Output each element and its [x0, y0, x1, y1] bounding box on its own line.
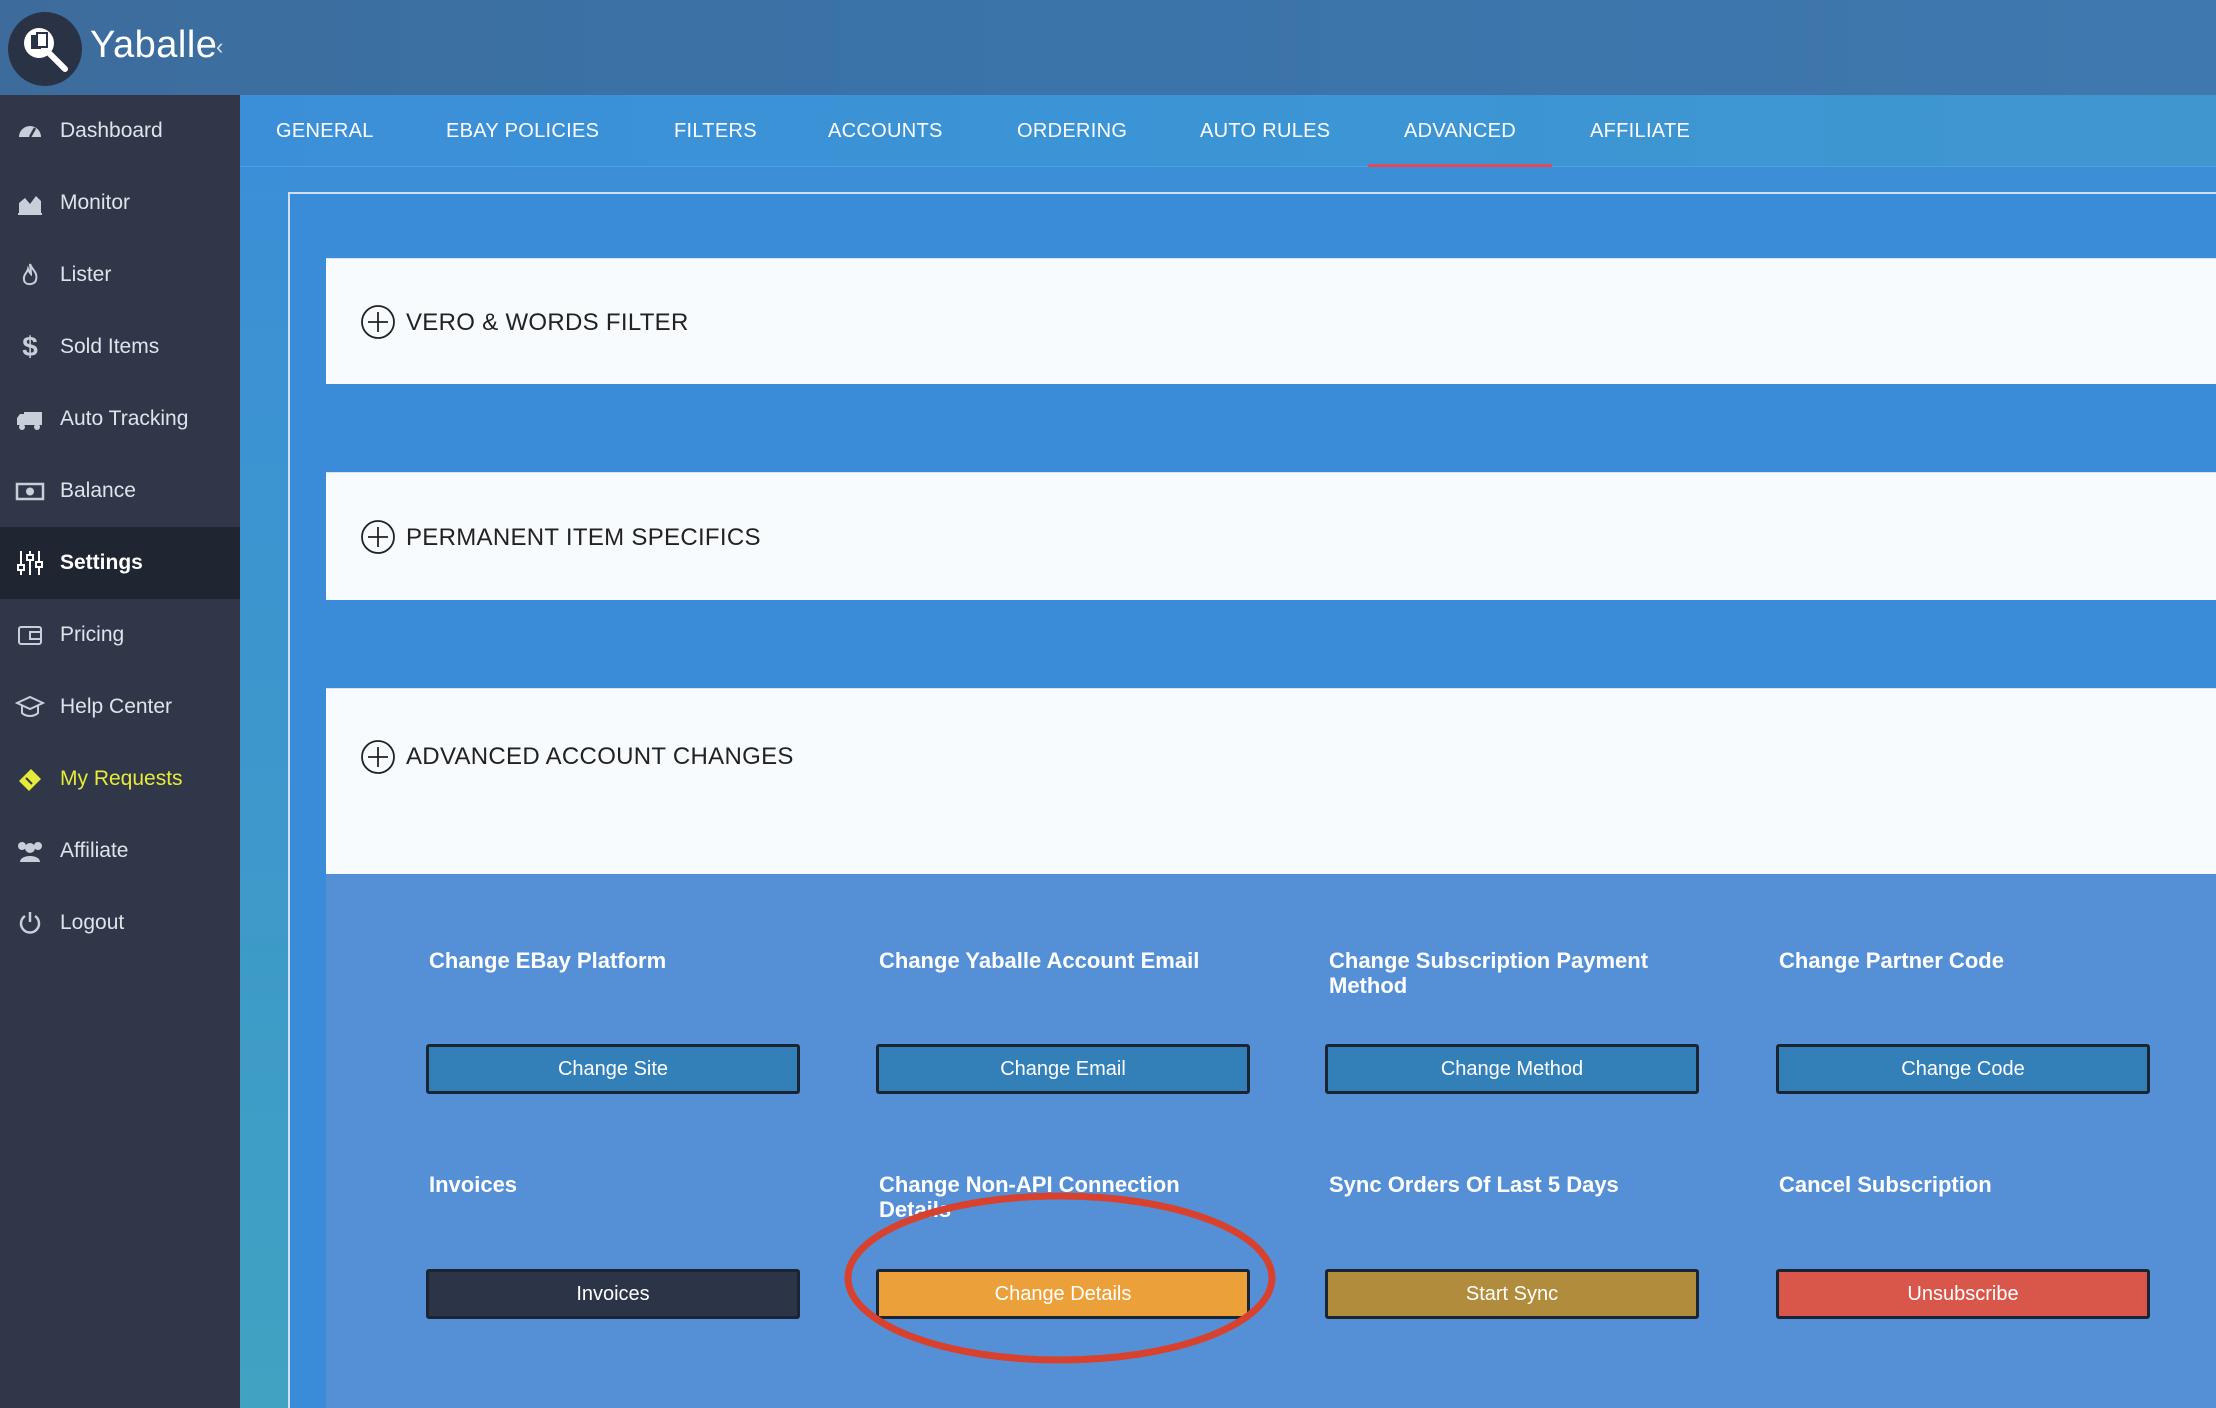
advanced-account-changes-body: Change EBay Platform Change Site Change … — [326, 874, 2216, 1408]
sidebar-item-affiliate[interactable]: Affiliate — [0, 815, 240, 887]
sidebar-item-monitor[interactable]: Monitor — [0, 167, 240, 239]
sidebar-item-label: Lister — [60, 263, 112, 286]
change-details-button[interactable]: Change Details — [876, 1269, 1250, 1319]
ticket-icon — [14, 763, 46, 795]
panel-title: PERMANENT ITEM SPECIFICS — [406, 524, 761, 551]
wallet-icon — [14, 619, 46, 651]
tab-affiliate[interactable]: AFFILIATE — [1590, 95, 1690, 167]
tab-accounts[interactable]: ACCOUNTS — [828, 95, 943, 167]
change-code-button[interactable]: Change Code — [1776, 1044, 2150, 1094]
change-account-email-label: Change Yaballe Account Email — [879, 948, 1200, 973]
advanced-account-changes-panel[interactable]: ADVANCED ACCOUNT CHANGES — [326, 688, 2216, 874]
sidebar-item-dashboard[interactable]: Dashboard — [0, 95, 240, 167]
expand-plus-icon[interactable] — [360, 304, 396, 340]
sidebar-item-lister[interactable]: Lister — [0, 239, 240, 311]
fire-icon — [14, 259, 46, 291]
start-sync-button[interactable]: Start Sync — [1325, 1269, 1699, 1319]
sidebar-item-pricing[interactable]: Pricing — [0, 599, 240, 671]
collapse-sidebar-icon[interactable]: ‹ — [216, 34, 223, 60]
tab-ebay-policies[interactable]: EBAY POLICIES — [446, 95, 599, 167]
change-payment-method-label: Change Subscription Payment Method — [1329, 948, 1649, 998]
panel-title: VERO & WORDS FILTER — [406, 309, 689, 336]
change-partner-code-label: Change Partner Code — [1779, 948, 2004, 973]
sidebar-item-settings[interactable]: Settings — [0, 527, 240, 599]
sync-orders-label: Sync Orders Of Last 5 Days — [1329, 1172, 1619, 1197]
sidebar-item-help-center[interactable]: Help Center — [0, 671, 240, 743]
sidebar-item-label: Pricing — [60, 623, 125, 646]
dashboard-icon — [14, 115, 46, 147]
truck-icon — [14, 403, 46, 435]
sidebar-item-sold-items[interactable]: $ Sold Items — [0, 311, 240, 383]
sidebar-item-my-requests[interactable]: My Requests — [0, 743, 240, 815]
sliders-icon — [14, 547, 46, 579]
tab-auto-rules[interactable]: AUTO RULES — [1200, 95, 1330, 167]
sidebar-item-label: Monitor — [60, 191, 131, 214]
sidebar-item-label: Affiliate — [60, 839, 129, 862]
expand-plus-icon[interactable] — [360, 519, 396, 555]
area-chart-icon — [14, 187, 46, 219]
sidebar-item-auto-tracking[interactable]: Auto Tracking — [0, 383, 240, 455]
sidebar-item-label: Dashboard — [60, 119, 163, 142]
change-ebay-platform-label: Change EBay Platform — [429, 948, 667, 973]
dollar-icon: $ — [22, 331, 38, 362]
invoices-label: Invoices — [429, 1172, 518, 1197]
tab-general[interactable]: GENERAL — [276, 95, 374, 167]
logo[interactable] — [8, 12, 82, 86]
power-icon — [14, 907, 46, 939]
sidebar-item-label: Logout — [60, 911, 125, 934]
sidebar-item-label: My Requests — [60, 767, 183, 790]
unsubscribe-button[interactable]: Unsubscribe — [1776, 1269, 2150, 1319]
settings-tabs: GENERAL EBAY POLICIES FILTERS ACCOUNTS O… — [240, 95, 2216, 167]
sidebar-item-label: Help Center — [60, 695, 173, 718]
users-icon — [14, 835, 46, 867]
cancel-subscription-label: Cancel Subscription — [1779, 1172, 1992, 1197]
tab-filters[interactable]: FILTERS — [674, 95, 757, 167]
magnifier-logo-icon — [24, 28, 68, 72]
sidebar-item-label: Balance — [60, 479, 136, 502]
brand-name: Yaballe — [90, 24, 218, 66]
change-non-api-details-label: Change Non-API Connection Details — [879, 1172, 1180, 1222]
sidebar-item-label: Settings — [60, 551, 143, 574]
change-email-button[interactable]: Change Email — [876, 1044, 1250, 1094]
sidebar-item-label: Auto Tracking — [60, 407, 189, 430]
tab-advanced[interactable]: ADVANCED — [1367, 95, 1553, 167]
change-site-button[interactable]: Change Site — [426, 1044, 800, 1094]
vero-words-filter-panel[interactable]: VERO & WORDS FILTER — [326, 258, 2216, 384]
main-gutter — [240, 167, 290, 1408]
expand-plus-icon[interactable] — [360, 739, 396, 775]
sidebar-item-balance[interactable]: Balance — [0, 455, 240, 527]
sidebar-item-label: Sold Items — [60, 335, 160, 358]
graduation-cap-icon — [14, 691, 46, 723]
change-method-button[interactable]: Change Method — [1325, 1044, 1699, 1094]
sidebar: Dashboard Monitor Lister $ Sold Items Au… — [0, 95, 240, 1408]
money-icon — [14, 475, 46, 507]
tab-ordering[interactable]: ORDERING — [1017, 95, 1127, 167]
panel-title: ADVANCED ACCOUNT CHANGES — [406, 743, 794, 770]
top-header: Yaballe ‹ — [0, 0, 2216, 95]
invoices-button[interactable]: Invoices — [426, 1269, 800, 1319]
permanent-item-specifics-panel[interactable]: PERMANENT ITEM SPECIFICS — [326, 472, 2216, 600]
sidebar-item-logout[interactable]: Logout — [0, 887, 240, 959]
